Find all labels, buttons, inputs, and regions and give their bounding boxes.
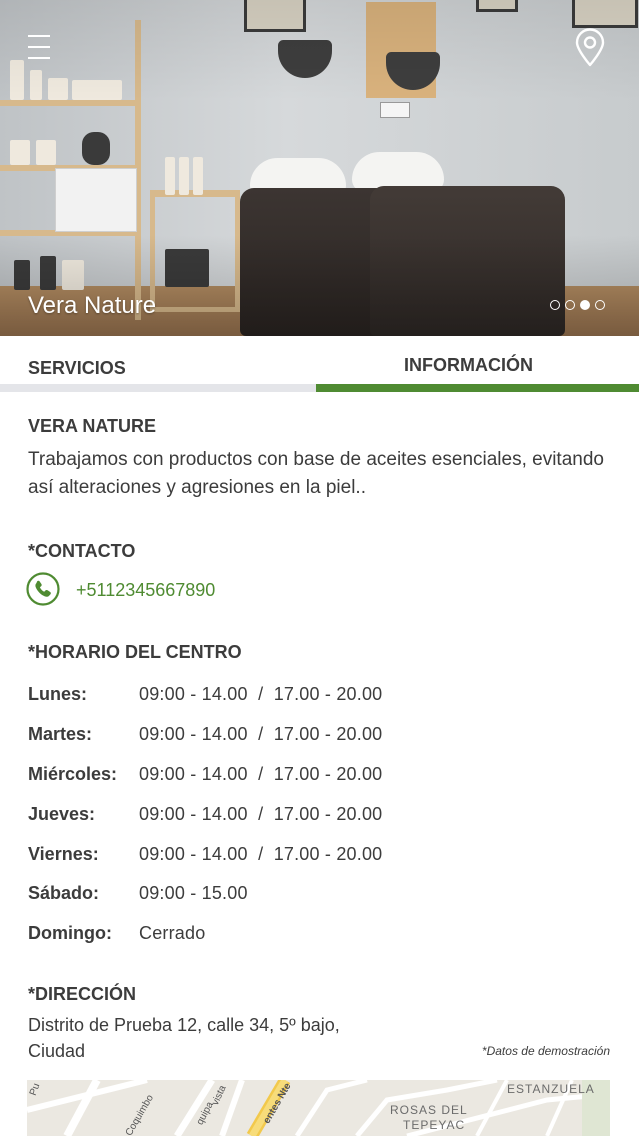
hero-title: Vera Nature (28, 292, 157, 319)
phone-icon[interactable] (26, 572, 60, 606)
schedule-hours: Cerrado (139, 923, 206, 943)
address-line-2: Ciudad (28, 1041, 86, 1061)
schedule-day: Jueves: (28, 804, 96, 824)
hamburger-menu-icon (28, 46, 50, 48)
tab-indicator-active (316, 384, 639, 392)
address-text: Distrito de Prueba 12, calle 34, 5º bajo… (28, 1012, 448, 1064)
schedule-day: Miércoles: (28, 764, 118, 784)
address-title: *DIRECCIÓN (28, 984, 137, 1004)
schedule-day: Viernes: (28, 844, 99, 864)
carousel-indicator[interactable] (550, 300, 605, 310)
schedule-hours: 09:00 - 14.00 / 17.00 - 20.00 (139, 764, 383, 784)
carousel-dot[interactable] (595, 300, 605, 310)
schedule-day: Domingo: (28, 923, 112, 943)
tab-informacion-label: INFORMACIÓN (404, 355, 533, 375)
about-title: VERA NATURE (28, 416, 157, 436)
schedule-day: Lunes: (28, 684, 88, 704)
carousel-dot[interactable] (550, 300, 560, 310)
phone-number-link[interactable]: +5112345667890 (76, 580, 215, 601)
schedule-hours: 09:00 - 14.00 / 17.00 - 20.00 (139, 684, 383, 704)
contact-title: *CONTACTO (28, 541, 136, 561)
about-description: Trabajamos con productos con base de ace… (28, 449, 604, 498)
schedule-day: Sábado: (28, 883, 100, 903)
hero-shade (0, 0, 639, 336)
hamburger-menu-icon (28, 57, 50, 59)
tab-servicios-label: SERVICIOS (28, 358, 126, 378)
schedule-hours: 09:00 - 14.00 / 17.00 - 20.00 (139, 844, 383, 864)
location-map[interactable]: ESTANZUELA ROSAS DEL TEPEYAC Coquimbo Pu… (27, 1080, 610, 1136)
schedule-hours: 09:00 - 14.00 / 17.00 - 20.00 (139, 804, 383, 824)
location-button[interactable] (572, 28, 608, 68)
schedule-day: Martes: (28, 724, 93, 744)
schedule-title: *HORARIO DEL CENTRO (28, 642, 242, 662)
demo-data-note: *Datos de demostración (481, 1044, 610, 1058)
map-area-label: TEPEYAC (403, 1118, 466, 1132)
menu-button[interactable] (28, 35, 52, 61)
map-pin-icon (575, 28, 605, 67)
schedule-hours: 09:00 - 14.00 / 17.00 - 20.00 (139, 724, 383, 744)
address-line-1: Distrito de Prueba 12, calle 34, 5º bajo… (28, 1015, 340, 1035)
tab-indicator-inactive (0, 384, 316, 392)
carousel-dot[interactable] (565, 300, 575, 310)
schedule-hours: 09:00 - 15.00 (139, 883, 248, 903)
hamburger-menu-icon (28, 35, 50, 37)
hero-image[interactable]: Vera Nature (0, 0, 639, 336)
map-area-label: ROSAS DEL (390, 1103, 468, 1117)
map-area-label: ESTANZUELA (507, 1082, 595, 1096)
carousel-dot-active[interactable] (580, 300, 590, 310)
